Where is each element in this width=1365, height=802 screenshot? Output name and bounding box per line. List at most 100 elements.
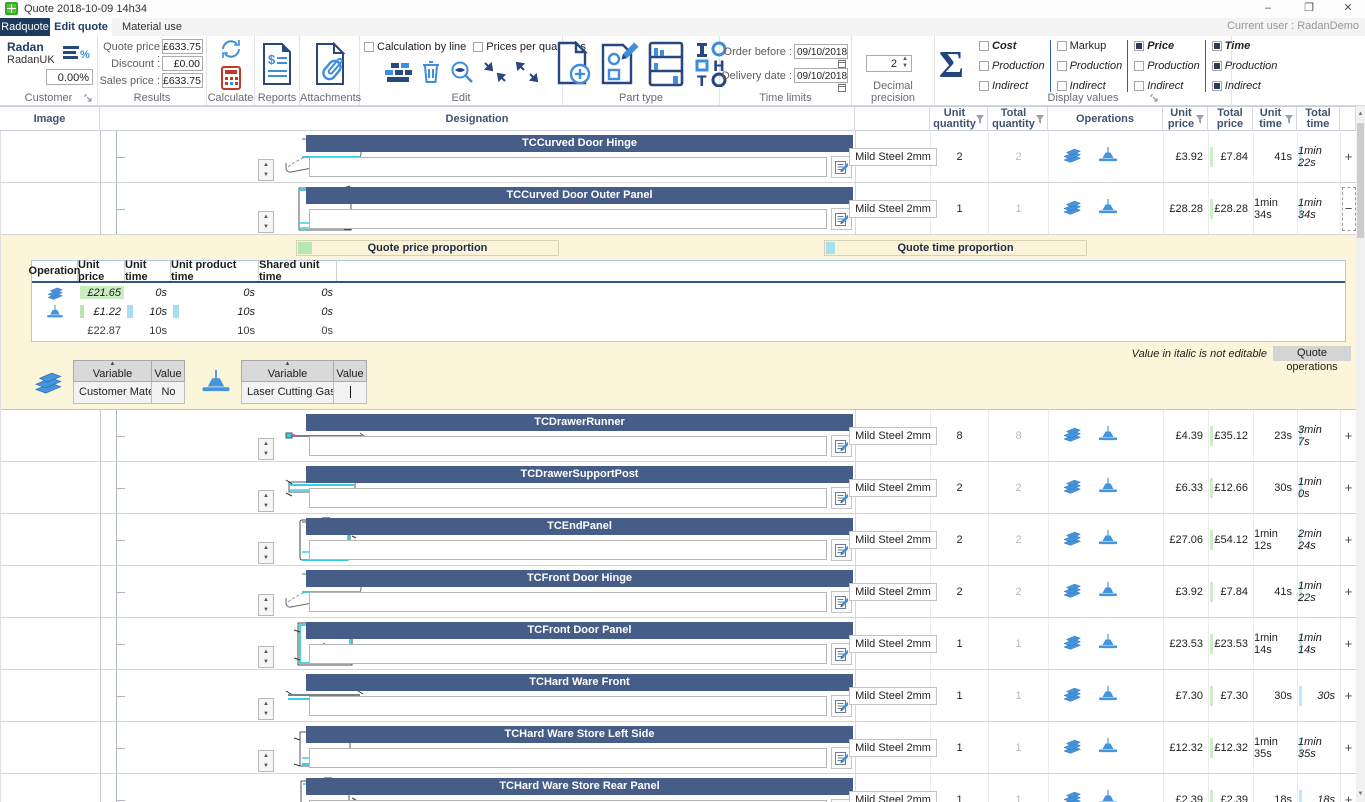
laser-cutting-operation-icon[interactable] [1098, 147, 1118, 166]
discount-value[interactable]: £0.00 [162, 56, 203, 71]
calculation-by-line-checkbox[interactable]: Calculation by line [364, 41, 466, 53]
expand-row-button[interactable]: + [1342, 518, 1356, 562]
quantity-spinner[interactable]: ▲▼ [258, 594, 274, 616]
filter-icon[interactable] [1285, 115, 1293, 127]
laser-cutting-operation-icon[interactable] [1098, 478, 1118, 497]
dialog-launcher-icon[interactable] [84, 94, 93, 103]
display-value-checkbox-production[interactable]: Production [1057, 60, 1123, 72]
quantity-spinner[interactable]: ▲▼ [258, 211, 274, 233]
assembly-shelf-icon[interactable] [647, 41, 685, 90]
description-input[interactable] [309, 592, 827, 612]
laser-cutting-operation-icon[interactable] [32, 302, 78, 321]
expand-row-button[interactable]: + [1342, 726, 1356, 770]
quantity-spinner[interactable]: ▲▼ [258, 542, 274, 564]
filter-icon[interactable] [1196, 115, 1204, 127]
unit-quantity-cell[interactable]: 8 [931, 410, 989, 461]
new-part-icon[interactable] [555, 41, 591, 90]
sheet-material-operation-icon[interactable] [1062, 634, 1082, 653]
unit-quantity-cell[interactable]: 2 [931, 131, 989, 182]
tab-edit-quote[interactable]: Edit quote [50, 18, 112, 36]
variable-value-cell[interactable]: No [151, 382, 185, 404]
laser-cutting-operation-icon[interactable] [1098, 686, 1118, 705]
variable-column-header[interactable]: ▲Variable [241, 360, 333, 382]
scroll-down-icon[interactable]: ▼ [1356, 786, 1365, 802]
material-chip[interactable]: Mild Steel 2mm [849, 739, 937, 757]
scrollbar-thumb[interactable] [1357, 123, 1364, 238]
display-value-checkbox-cost[interactable]: Cost [979, 40, 1045, 52]
filter-icon[interactable] [1036, 115, 1044, 127]
laser-cutting-operation-icon[interactable] [1098, 738, 1118, 757]
material-chip[interactable]: Mild Steel 2mm [849, 531, 937, 549]
column-header-total-quantity[interactable]: Total quantity [988, 107, 1048, 131]
minimize-button[interactable]: – [1253, 0, 1283, 18]
sheet-material-operation-icon[interactable] [32, 283, 78, 302]
description-input[interactable] [309, 488, 827, 508]
quantity-spinner[interactable]: ▲▼ [258, 646, 274, 668]
description-input[interactable] [309, 644, 827, 664]
display-value-checkbox-indirect[interactable]: Indirect [1134, 80, 1200, 92]
material-chip[interactable]: Mild Steel 2mm [849, 635, 937, 653]
variable-column-header[interactable]: ▲Variable [73, 360, 151, 382]
expand-row-button[interactable]: + [1342, 570, 1356, 614]
material-chip[interactable]: Mild Steel 2mm [849, 583, 937, 601]
close-button[interactable]: ✕ [1333, 0, 1363, 18]
display-value-checkbox-production[interactable]: Production [1134, 60, 1200, 72]
column-header-unit-price[interactable]: Unit price [1163, 107, 1208, 131]
quote-price-value[interactable]: £633.75 [162, 39, 203, 54]
display-value-checkbox-indirect[interactable]: Indirect [979, 80, 1045, 92]
material-chip[interactable]: Mild Steel 2mm [849, 148, 937, 166]
material-chip[interactable]: Mild Steel 2mm [849, 791, 937, 802]
expand-all-icon[interactable] [515, 61, 539, 86]
dialog-launcher-icon[interactable] [1150, 94, 1159, 103]
order-before-input[interactable]: 09/10/2018 [794, 44, 848, 59]
display-value-checkbox-production[interactable]: Production [979, 60, 1045, 72]
column-header-total-price[interactable]: Total price [1208, 107, 1253, 131]
expand-row-button[interactable]: + [1342, 135, 1356, 179]
sheet-material-operation-icon[interactable] [1062, 426, 1082, 445]
column-header-unit-time[interactable]: Unit time [1253, 107, 1297, 131]
material-chip[interactable]: Mild Steel 2mm [849, 200, 937, 218]
unit-quantity-cell[interactable]: 1 [931, 670, 989, 721]
sales-price-value[interactable]: £633.75 [162, 73, 203, 88]
description-input[interactable] [309, 209, 827, 229]
expand-row-button[interactable]: + [1342, 414, 1356, 458]
customer-discount-input[interactable]: 0.00% [46, 69, 93, 85]
sheet-material-operation-icon[interactable] [1062, 686, 1082, 705]
scroll-up-icon[interactable]: ▲ [1356, 106, 1365, 122]
sheet-material-operation-icon[interactable] [1062, 478, 1082, 497]
column-header-designation[interactable]: Designation [100, 107, 855, 131]
expand-row-button[interactable]: − [1342, 187, 1356, 231]
quantity-spinner[interactable]: ▲▼ [258, 159, 274, 181]
unit-quantity-cell[interactable]: 1 [931, 183, 989, 234]
tab-radquote[interactable]: Radquote [0, 18, 50, 36]
column-header-image[interactable]: Image [0, 107, 100, 131]
expand-row-button[interactable]: + [1342, 778, 1356, 802]
bricks-icon[interactable] [383, 61, 413, 86]
edit-part-icon[interactable] [599, 41, 639, 90]
laser-cutting-operation-icon[interactable] [1098, 199, 1118, 218]
laser-cutting-operation-icon[interactable] [1098, 582, 1118, 601]
sheet-material-operation-icon[interactable] [1062, 790, 1082, 802]
quantity-spinner[interactable]: ▲▼ [258, 490, 274, 512]
reports-button[interactable]: $ [255, 38, 299, 92]
display-value-checkbox-price[interactable]: Price [1134, 40, 1200, 52]
unit-quantity-cell[interactable]: 1 [931, 774, 989, 802]
decimal-precision-spinner[interactable]: ▲▼ [900, 56, 910, 71]
display-value-checkbox-indirect[interactable]: Indirect [1057, 80, 1123, 92]
unit-quantity-cell[interactable]: 2 [931, 566, 989, 617]
value-column-header[interactable]: Value [151, 360, 185, 382]
value-column-header[interactable]: Value [333, 360, 367, 382]
variable-value-cell[interactable] [333, 382, 367, 404]
calculate-button[interactable] [207, 38, 254, 92]
delivery-date-input[interactable]: 09/10/2018 [794, 68, 848, 83]
laser-cutting-operation-icon[interactable] [1098, 426, 1118, 445]
description-input[interactable] [309, 748, 827, 768]
material-chip[interactable]: Mild Steel 2mm [849, 427, 937, 445]
description-input[interactable] [309, 540, 827, 560]
material-chip[interactable]: Mild Steel 2mm [849, 479, 937, 497]
unit-quantity-cell[interactable]: 1 [931, 618, 989, 669]
collapse-all-icon[interactable] [483, 61, 507, 86]
unit-quantity-cell[interactable]: 2 [931, 462, 989, 513]
quantity-spinner[interactable]: ▲▼ [258, 438, 274, 460]
description-input[interactable] [309, 157, 827, 177]
